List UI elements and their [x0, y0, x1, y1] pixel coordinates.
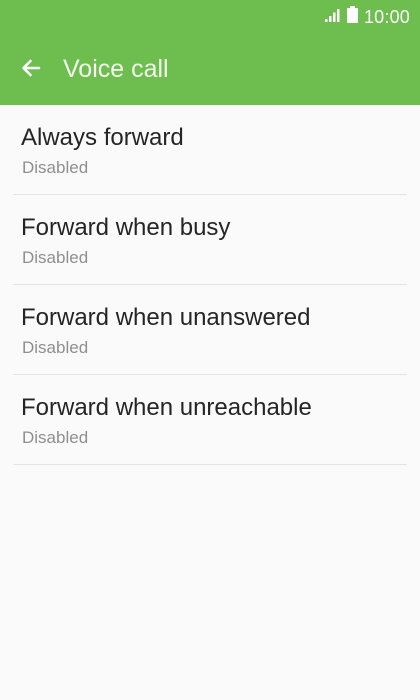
list-item-title: Forward when unanswered — [21, 304, 311, 331]
battery-icon — [346, 6, 358, 28]
divider — [13, 464, 407, 465]
signal-icon — [324, 8, 341, 27]
list-item-forward-when-unreachable[interactable]: Forward when unreachable Disabled — [0, 375, 420, 465]
list-item-forward-when-busy[interactable]: Forward when busy Disabled — [0, 195, 420, 285]
app-bar: Voice call — [0, 34, 420, 105]
list-item-summary: Disabled — [22, 338, 89, 357]
list-item-forward-when-unanswered[interactable]: Forward when unanswered Disabled — [0, 285, 420, 375]
list-item-summary: Disabled — [22, 248, 89, 267]
page-title: Voice call — [63, 55, 169, 83]
status-time: 10:00 — [363, 7, 410, 27]
list-item-summary: Disabled — [22, 428, 89, 447]
list-item-always-forward[interactable]: Always forward Disabled — [0, 105, 420, 195]
list-item-title: Forward when busy — [21, 214, 231, 241]
call-forwarding-list: Always forward Disabled Forward when bus… — [0, 105, 420, 465]
back-arrow-icon — [19, 56, 43, 85]
list-item-summary: Disabled — [22, 158, 89, 177]
status-bar: 10:00 — [0, 0, 420, 34]
list-item-title: Always forward — [21, 124, 184, 151]
back-button[interactable] — [13, 52, 49, 88]
status-indicators: 10:00 — [324, 6, 410, 28]
list-item-title: Forward when unreachable — [21, 394, 312, 421]
